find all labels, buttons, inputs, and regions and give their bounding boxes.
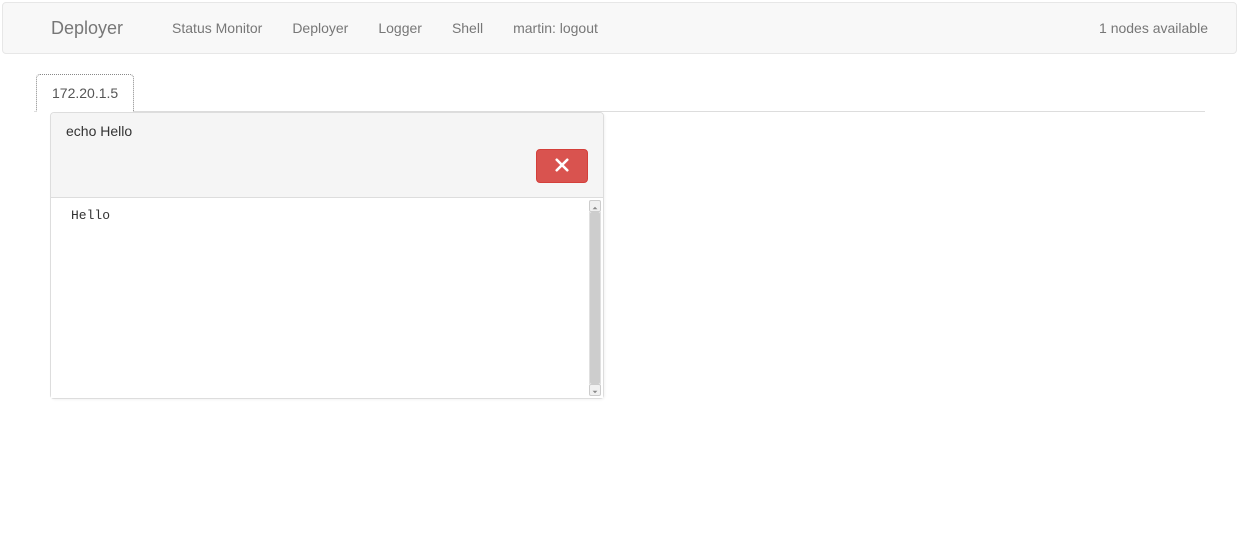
nav-shell[interactable]: Shell [437, 5, 498, 51]
command-output: Hello [51, 198, 603, 233]
close-button[interactable] [536, 149, 588, 183]
panel-header: echo Hello [51, 113, 603, 198]
nav-links: Status Monitor Deployer Logger Shell mar… [157, 5, 613, 51]
scroll-track[interactable] [589, 212, 601, 384]
tab-host[interactable]: 172.20.1.5 [36, 74, 134, 112]
nav-status-monitor[interactable]: Status Monitor [157, 5, 277, 51]
content-area: 172.20.1.5 echo Hello Hello [0, 54, 1239, 399]
scrollbar[interactable] [589, 200, 601, 396]
scroll-up-button[interactable] [589, 200, 601, 212]
close-icon [555, 158, 569, 175]
nav-logout[interactable]: martin: logout [498, 5, 613, 51]
scroll-thumb[interactable] [590, 212, 600, 384]
command-panel: echo Hello Hello [50, 112, 604, 399]
host-tabs: 172.20.1.5 [34, 74, 1205, 112]
nodes-available-status: 1 nodes available [1099, 20, 1222, 36]
scroll-down-button[interactable] [589, 384, 601, 396]
command-title: echo Hello [66, 123, 588, 139]
navbar: Deployer Status Monitor Deployer Logger … [2, 2, 1237, 54]
nav-deployer[interactable]: Deployer [277, 5, 363, 51]
app-brand[interactable]: Deployer [17, 18, 157, 39]
nav-logger[interactable]: Logger [363, 5, 437, 51]
panel-body: Hello [51, 198, 603, 398]
caret-down-icon [592, 382, 598, 398]
